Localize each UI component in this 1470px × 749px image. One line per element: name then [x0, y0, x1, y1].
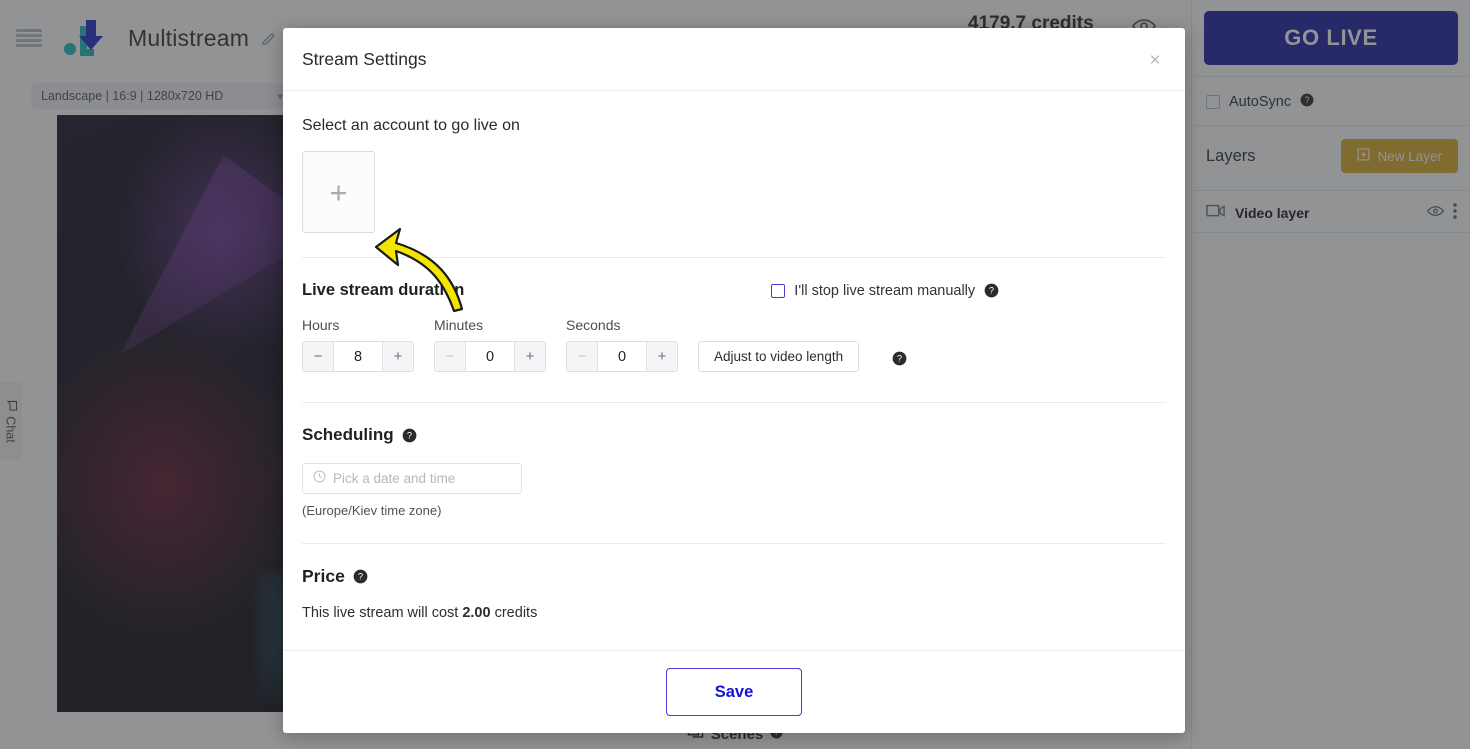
seconds-decrement-button[interactable]: −	[567, 342, 597, 371]
hours-caption: Hours	[302, 317, 340, 333]
hours-value[interactable]: 8	[333, 342, 383, 371]
divider-duration	[302, 402, 1166, 403]
price-help-icon[interactable]: ?	[353, 569, 368, 584]
minutes-field: Minutes − 0 +	[434, 317, 546, 372]
scheduling-heading: Scheduling	[302, 425, 394, 444]
adjust-help-icon[interactable]: ?	[892, 351, 907, 366]
minutes-caption: Minutes	[434, 317, 484, 333]
seconds-caption: Seconds	[566, 317, 621, 333]
minutes-decrement-button[interactable]: −	[435, 342, 465, 371]
stream-settings-dialog: Stream Settings × Select an account to g…	[283, 28, 1185, 733]
price-header: Price ?	[302, 566, 1166, 587]
divider-accounts	[302, 257, 1166, 258]
duration-steppers: Hours − 8 + Minutes − 0 + Seconds − 0 + …	[302, 317, 1166, 372]
manual-stop-checkbox[interactable]	[771, 283, 786, 298]
hours-increment-button[interactable]: +	[383, 342, 413, 371]
minutes-increment-button[interactable]: +	[515, 342, 545, 371]
add-account-button[interactable]: +	[302, 151, 375, 233]
hours-stepper[interactable]: − 8 +	[302, 341, 414, 372]
svg-text:?: ?	[897, 354, 902, 364]
manual-stop-label: I'll stop live stream manually	[794, 282, 976, 299]
price-heading: Price	[302, 566, 345, 586]
hours-decrement-button[interactable]: −	[303, 342, 333, 371]
plus-icon: +	[329, 174, 348, 210]
timezone-note: (Europe/Kiev time zone)	[302, 503, 442, 518]
price-amount: 2.00	[462, 605, 491, 621]
account-section-label: Select an account to go live on	[302, 117, 520, 134]
svg-text:?: ?	[407, 430, 412, 440]
seconds-field: Seconds − 0 +	[566, 317, 678, 372]
dialog-title: Stream Settings	[302, 48, 427, 69]
schedule-datetime-placeholder: Pick a date and time	[333, 471, 456, 486]
app-root: Multistream 4179.7 credits Landscape | 1…	[0, 0, 1470, 749]
dialog-body: Select an account to go live on + Live s…	[283, 91, 1185, 650]
minutes-stepper[interactable]: − 0 +	[434, 341, 546, 372]
seconds-stepper[interactable]: − 0 +	[566, 341, 678, 372]
schedule-datetime-input[interactable]: Pick a date and time	[302, 463, 522, 494]
save-button[interactable]: Save	[666, 668, 802, 716]
dialog-header: Stream Settings ×	[283, 28, 1185, 91]
svg-text:?: ?	[989, 286, 994, 296]
minutes-value[interactable]: 0	[465, 342, 515, 371]
scheduling-help-icon[interactable]: ?	[402, 428, 417, 443]
scheduling-header: Scheduling ?	[302, 425, 1166, 445]
duration-heading: Live stream duration	[302, 281, 465, 299]
price-statement: This live stream will cost 2.00 credits	[302, 605, 1166, 621]
duration-header: Live stream duration I'll stop live stre…	[302, 281, 1166, 300]
svg-text:?: ?	[358, 572, 363, 582]
price-text-before: This live stream will cost	[302, 605, 463, 621]
dialog-footer: Save	[283, 650, 1185, 733]
seconds-value[interactable]: 0	[597, 342, 647, 371]
adjust-to-video-length-button[interactable]: Adjust to video length	[698, 341, 860, 372]
divider-scheduling	[302, 543, 1166, 544]
clock-icon	[313, 470, 326, 488]
seconds-increment-button[interactable]: +	[647, 342, 677, 371]
manual-stop-row[interactable]: I'll stop live stream manually ?	[771, 283, 999, 299]
manual-stop-help-icon[interactable]: ?	[984, 283, 999, 298]
hours-field: Hours − 8 +	[302, 317, 414, 372]
close-icon[interactable]: ×	[1143, 48, 1167, 72]
price-text-after: credits	[490, 605, 538, 621]
